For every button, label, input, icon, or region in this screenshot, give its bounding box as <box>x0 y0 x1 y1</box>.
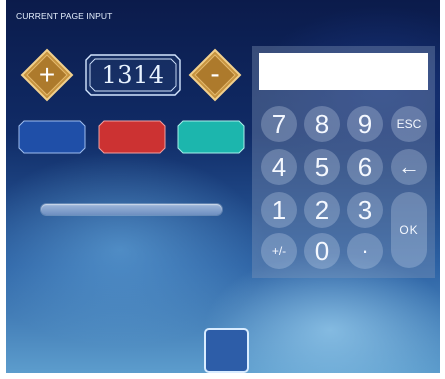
key-6[interactable]: 6 <box>347 149 383 185</box>
bottom-square-button[interactable] <box>204 328 249 373</box>
blue-button-shape <box>18 120 86 154</box>
red-color-button[interactable] <box>98 120 166 154</box>
diamond-plus-icon: + <box>20 48 74 102</box>
increment-button[interactable]: + <box>20 48 74 102</box>
decrement-label: - <box>210 58 219 89</box>
page-title: CURRENT PAGE INPUT <box>16 11 113 21</box>
diamond-minus-icon: - <box>188 48 242 102</box>
teal-color-button[interactable] <box>177 120 245 154</box>
teal-button-shape <box>177 120 245 154</box>
key-plus-minus[interactable]: +/- <box>261 233 297 269</box>
ok-key[interactable]: OK <box>391 192 427 268</box>
value-display: 1314 <box>83 52 183 98</box>
app-screen: CURRENT PAGE INPUT + 1314 - 7 8 9 ESC 4 … <box>0 0 445 379</box>
key-5[interactable]: 5 <box>304 149 340 185</box>
key-8[interactable]: 8 <box>304 106 340 142</box>
right-border <box>440 0 445 379</box>
key-7[interactable]: 7 <box>261 106 297 142</box>
red-button-shape <box>98 120 166 154</box>
page-slider[interactable] <box>41 204 222 215</box>
decrement-button[interactable]: - <box>188 48 242 102</box>
key-3[interactable]: 3 <box>347 192 383 228</box>
keypad-display <box>259 53 428 90</box>
key-0[interactable]: 0 <box>304 233 340 269</box>
key-2[interactable]: 2 <box>304 192 340 228</box>
key-4[interactable]: 4 <box>261 149 297 185</box>
blue-color-button[interactable] <box>18 120 86 154</box>
bottom-border <box>0 373 445 379</box>
increment-label: + <box>39 59 55 90</box>
key-9[interactable]: 9 <box>347 106 383 142</box>
current-page-value: 1314 <box>101 61 165 89</box>
key-esc[interactable]: ESC <box>391 106 427 142</box>
left-border <box>0 0 6 379</box>
key-dot[interactable]: · <box>347 233 383 269</box>
key-1[interactable]: 1 <box>261 192 297 228</box>
backspace-key[interactable]: ← <box>391 149 427 185</box>
